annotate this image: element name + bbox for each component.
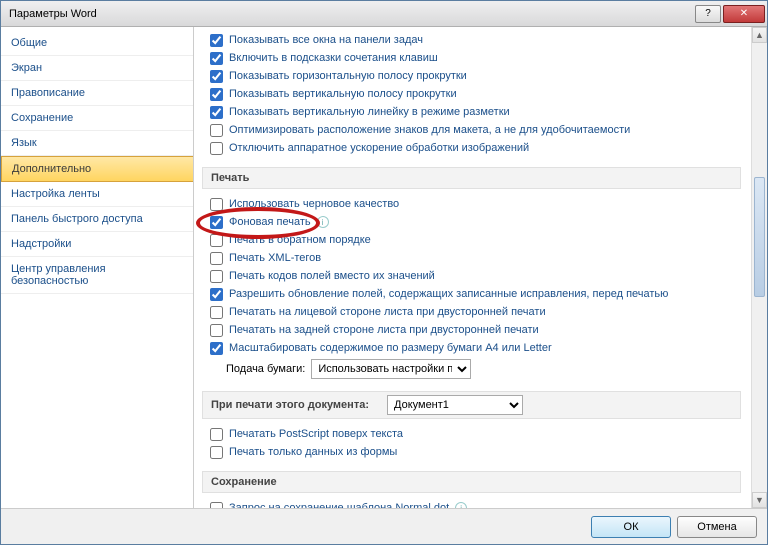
option-checkbox[interactable] — [210, 428, 223, 441]
option-row: Показывать горизонтальную полосу прокрут… — [202, 67, 741, 85]
option-checkbox[interactable] — [210, 52, 223, 65]
paper-feed-row: Подача бумаги: Использовать настройки п.… — [202, 357, 741, 381]
option-checkbox[interactable] — [210, 288, 223, 301]
option-row: Масштабировать содержимое по размеру бум… — [202, 339, 741, 357]
option-label: Печатать на лицевой стороне листа при дв… — [229, 304, 546, 320]
option-label: Печать XML-тегов — [229, 250, 321, 266]
vertical-scrollbar[interactable]: ▲ ▼ — [751, 27, 767, 508]
option-label: Показывать все окна на панели задач — [229, 32, 423, 48]
option-checkbox[interactable] — [210, 106, 223, 119]
section-print-doc: При печати этого документа: Документ1 — [202, 391, 741, 419]
sidebar-item[interactable]: Сохранение — [1, 106, 193, 131]
option-label: Показывать горизонтальную полосу прокрут… — [229, 68, 467, 84]
sidebar-item[interactable]: Центр управления безопасностью — [1, 257, 193, 294]
print-doc-header-label: При печати этого документа: — [211, 399, 369, 411]
option-label: Печатать на задней стороне листа при дву… — [229, 322, 539, 338]
print-doc-select[interactable]: Документ1 — [387, 395, 523, 415]
sidebar-item[interactable]: Дополнительно — [1, 156, 193, 182]
settings-content: Показывать все окна на панели задач Включ… — [194, 27, 767, 508]
sidebar-item[interactable]: Панель быстрого доступа — [1, 207, 193, 232]
option-checkbox[interactable] — [210, 216, 223, 229]
window-title: Параметры Word — [9, 8, 97, 20]
option-label: Показывать вертикальную линейку в режиме… — [229, 104, 510, 120]
option-row: Разрешить обновление полей, содержащих з… — [202, 285, 741, 303]
option-checkbox[interactable] — [210, 124, 223, 137]
option-label: Оптимизировать расположение знаков для м… — [229, 122, 630, 138]
scroll-up-arrow[interactable]: ▲ — [752, 27, 767, 43]
titlebar: Параметры Word ? ✕ — [1, 1, 767, 27]
section-print: Печать — [202, 167, 741, 189]
option-checkbox[interactable] — [210, 270, 223, 283]
option-row: Печать только данных из формы — [202, 443, 741, 461]
option-checkbox[interactable] — [210, 234, 223, 247]
option-checkbox[interactable] — [210, 342, 223, 355]
info-icon[interactable]: i — [455, 502, 467, 508]
sidebar-item[interactable]: Правописание — [1, 81, 193, 106]
option-row: Включить в подсказки сочетания клавиш — [202, 49, 741, 67]
scroll-thumb[interactable] — [754, 177, 765, 297]
option-row: Отключить аппаратное ускорение обработки… — [202, 139, 741, 157]
sidebar-item[interactable]: Настройка ленты — [1, 182, 193, 207]
option-row: Использовать черновое качество — [202, 195, 741, 213]
dialog-body: ОбщиеЭкранПравописаниеСохранениеЯзыкДопо… — [1, 27, 767, 508]
option-label: Запрос на сохранение шаблона Normal.dot — [229, 500, 449, 508]
section-save: Сохранение — [202, 471, 741, 493]
option-label: Отключить аппаратное ускорение обработки… — [229, 140, 529, 156]
option-row: Показывать вертикальную линейку в режиме… — [202, 103, 741, 121]
option-row: Печать XML-тегов — [202, 249, 741, 267]
scroll-down-arrow[interactable]: ▼ — [752, 492, 767, 508]
option-row: Оптимизировать расположение знаков для м… — [202, 121, 741, 139]
option-row: Показывать все окна на панели задач — [202, 31, 741, 49]
help-button[interactable]: ? — [695, 5, 721, 23]
option-row: Печать в обратном порядке — [202, 231, 741, 249]
option-label: Включить в подсказки сочетания клавиш — [229, 50, 438, 66]
ok-button[interactable]: ОК — [591, 516, 671, 538]
option-label: Печать кодов полей вместо их значений — [229, 268, 435, 284]
info-icon[interactable]: i — [317, 216, 329, 228]
option-label: Показывать вертикальную полосу прокрутки — [229, 86, 457, 102]
option-row: Печатать на задней стороне листа при дву… — [202, 321, 741, 339]
option-checkbox[interactable] — [210, 34, 223, 47]
word-options-dialog: Параметры Word ? ✕ ОбщиеЭкранПравописани… — [0, 0, 768, 545]
option-checkbox[interactable] — [210, 306, 223, 319]
option-label: Печатать PostScript поверх текста — [229, 426, 403, 442]
dialog-footer: ОК Отмена — [1, 508, 767, 544]
option-label: Разрешить обновление полей, содержащих з… — [229, 286, 668, 302]
category-sidebar: ОбщиеЭкранПравописаниеСохранениеЯзыкДопо… — [1, 27, 194, 508]
option-row: Печатать PostScript поверх текста — [202, 425, 741, 443]
paper-feed-select[interactable]: Использовать настройки п... — [311, 359, 471, 379]
option-checkbox[interactable] — [210, 324, 223, 337]
option-label: Использовать черновое качество — [229, 196, 399, 212]
option-checkbox[interactable] — [210, 88, 223, 101]
option-row: Печать кодов полей вместо их значений — [202, 267, 741, 285]
option-row: Фоновая печать i — [202, 213, 741, 231]
paper-feed-label: Подача бумаги: — [226, 363, 305, 375]
close-button[interactable]: ✕ — [723, 5, 765, 23]
option-checkbox[interactable] — [210, 446, 223, 459]
option-label: Фоновая печать — [229, 214, 311, 230]
sidebar-item[interactable]: Язык — [1, 131, 193, 156]
option-row: Запрос на сохранение шаблона Normal.dot i — [202, 499, 741, 508]
option-label: Печать только данных из формы — [229, 444, 397, 460]
cancel-button[interactable]: Отмена — [677, 516, 757, 538]
option-checkbox[interactable] — [210, 502, 223, 509]
option-checkbox[interactable] — [210, 70, 223, 83]
option-checkbox[interactable] — [210, 198, 223, 211]
option-label: Печать в обратном порядке — [229, 232, 371, 248]
sidebar-item[interactable]: Общие — [1, 31, 193, 56]
option-checkbox[interactable] — [210, 142, 223, 155]
option-label: Масштабировать содержимое по размеру бум… — [229, 340, 552, 356]
option-row: Показывать вертикальную полосу прокрутки — [202, 85, 741, 103]
sidebar-item[interactable]: Экран — [1, 56, 193, 81]
sidebar-item[interactable]: Надстройки — [1, 232, 193, 257]
option-checkbox[interactable] — [210, 252, 223, 265]
option-row: Печатать на лицевой стороне листа при дв… — [202, 303, 741, 321]
